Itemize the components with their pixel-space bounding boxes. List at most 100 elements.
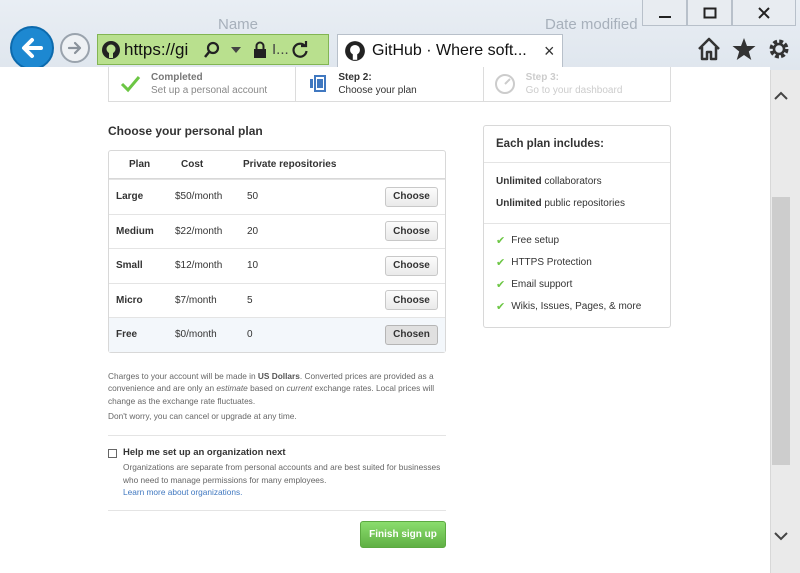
site-identity[interactable]: I... (272, 41, 288, 58)
browser-tools (696, 36, 792, 62)
step-desc: Choose your plan (338, 85, 417, 96)
check-icon: ✔ (496, 235, 506, 247)
org-description: Organizations are separate from personal… (123, 461, 443, 499)
feature-text: HTTPS Protection (511, 257, 592, 268)
cancel-note: Don't worry, you can cancel or upgrade a… (108, 411, 297, 421)
plan-name: Large (116, 191, 144, 203)
browser-chrome: Name Date modified https://gi I... GitHu… (0, 0, 800, 70)
org-desc-text: Organizations are separate from personal… (123, 462, 441, 485)
signup-steps: Completed Set up a personal account Step … (108, 67, 671, 102)
plan-name: Small (116, 260, 143, 272)
gear-icon[interactable] (766, 36, 792, 62)
plan-row-micro: Micro $7/month 5 Choose (109, 282, 445, 318)
plan-cost: $0/month (175, 329, 217, 341)
feature-item: ✔ Email support (496, 274, 658, 296)
feature-text: Free setup (511, 235, 560, 246)
unlimited-list: Unlimited collaborators Unlimited public… (484, 163, 670, 224)
close-window-button[interactable] (732, 0, 796, 26)
step-dashboard: Step 3: Go to your dashboard (484, 67, 670, 101)
chevron-down-icon (774, 532, 788, 541)
choose-micro-button[interactable]: Choose (385, 290, 438, 311)
plan-name: Micro (116, 294, 143, 306)
org-checkbox-label[interactable]: Help me set up an organization next (123, 447, 286, 458)
note-text: based on (250, 383, 285, 394)
choose-small-button[interactable]: Choose (385, 255, 438, 276)
plan-cost: $7/month (175, 294, 217, 306)
background-column-date: Date modified (545, 16, 638, 33)
plan-icon (310, 75, 327, 92)
tab-close-button[interactable]: × (544, 41, 555, 62)
plan-row-large: Large $50/month 50 Choose (109, 179, 445, 214)
background-column-name: Name (218, 16, 259, 33)
choose-large-button[interactable]: Choose (385, 186, 438, 207)
note-currency: US Dollars (257, 371, 300, 381)
plan-repos: 10 (247, 260, 259, 272)
star-icon[interactable] (731, 36, 757, 62)
plan-name: Medium (116, 225, 154, 237)
currency-note: Charges to your account will be made in … (108, 370, 448, 407)
scroll-up-button[interactable] (772, 86, 790, 106)
unlimited-public-repos: Unlimited public repositories (496, 193, 658, 215)
feature-item: ✔ Wikis, Issues, Pages, & more (496, 296, 658, 318)
includes-title: Each plan includes: (484, 126, 670, 163)
check-icon (120, 76, 141, 93)
unlimited-label: Unlimited (496, 198, 542, 209)
unlimited-collaborators: Unlimited collaborators (496, 171, 658, 193)
divider (108, 435, 446, 436)
chevron-up-icon (774, 91, 788, 100)
search-icon[interactable] (200, 41, 224, 59)
finish-signup-button[interactable]: Finish sign up (360, 521, 446, 548)
step-choose-plan: Step 2: Choose your plan (296, 67, 484, 101)
github-icon (345, 41, 365, 61)
divider (108, 510, 446, 511)
refresh-icon[interactable] (288, 40, 312, 59)
note-estimate: estimate (216, 383, 248, 394)
step-completed: Completed Set up a personal account (109, 67, 297, 101)
step-name: Step 3: (525, 72, 559, 83)
feature-item: ✔ HTTPS Protection (496, 252, 658, 274)
scroll-down-button[interactable] (772, 526, 790, 546)
scrollbar-thumb[interactable] (772, 197, 790, 465)
org-checkbox[interactable] (108, 449, 117, 458)
step-name: Step 2: (338, 72, 372, 83)
dashboard-icon (494, 74, 515, 94)
address-bar[interactable]: https://gi I... (97, 34, 329, 65)
plan-repos: 20 (247, 225, 259, 237)
minimize-icon (658, 15, 671, 18)
dropdown-icon[interactable] (224, 46, 248, 54)
unlimited-label: Unlimited (496, 176, 542, 187)
plan-row-small: Small $12/month 10 Choose (109, 248, 445, 283)
plan-repos: 0 (247, 329, 253, 341)
plan-name: Free (116, 329, 138, 341)
url-text[interactable]: https://gi (124, 40, 200, 60)
forward-icon (67, 41, 82, 55)
plan-cost: $22/month (175, 225, 223, 237)
plan-row-medium: Medium $22/month 20 Choose (109, 213, 445, 249)
note-current: current (286, 383, 313, 394)
header-plan: Plan (129, 159, 151, 170)
feature-text: Email support (511, 279, 573, 290)
chosen-free-button[interactable]: Chosen (385, 324, 438, 345)
feature-item: ✔ Free setup (496, 230, 658, 252)
home-icon[interactable] (696, 36, 722, 62)
minimize-button[interactable] (642, 0, 687, 26)
maximize-icon (703, 7, 716, 18)
plan-repos: 5 (247, 294, 253, 306)
check-icon: ✔ (496, 279, 506, 291)
back-icon (22, 38, 43, 58)
check-icon: ✔ (496, 257, 506, 269)
plan-cost: $50/month (175, 191, 223, 203)
learn-more-link[interactable]: Learn more about organizations. (123, 487, 242, 497)
browser-tab[interactable]: GitHub · Where soft... × (337, 34, 563, 67)
lock-icon[interactable] (248, 41, 272, 59)
plans-title: Choose your personal plan (108, 124, 263, 138)
back-button[interactable] (10, 26, 54, 70)
choose-medium-button[interactable]: Choose (385, 221, 438, 242)
plan-includes-box: Each plan includes: Unlimited collaborat… (483, 125, 671, 328)
window-controls (642, 0, 796, 26)
check-icon: ✔ (496, 301, 506, 313)
header-repos: Private repositories (243, 159, 337, 170)
github-icon (98, 40, 124, 60)
maximize-button[interactable] (687, 0, 732, 26)
forward-button[interactable] (60, 33, 90, 63)
